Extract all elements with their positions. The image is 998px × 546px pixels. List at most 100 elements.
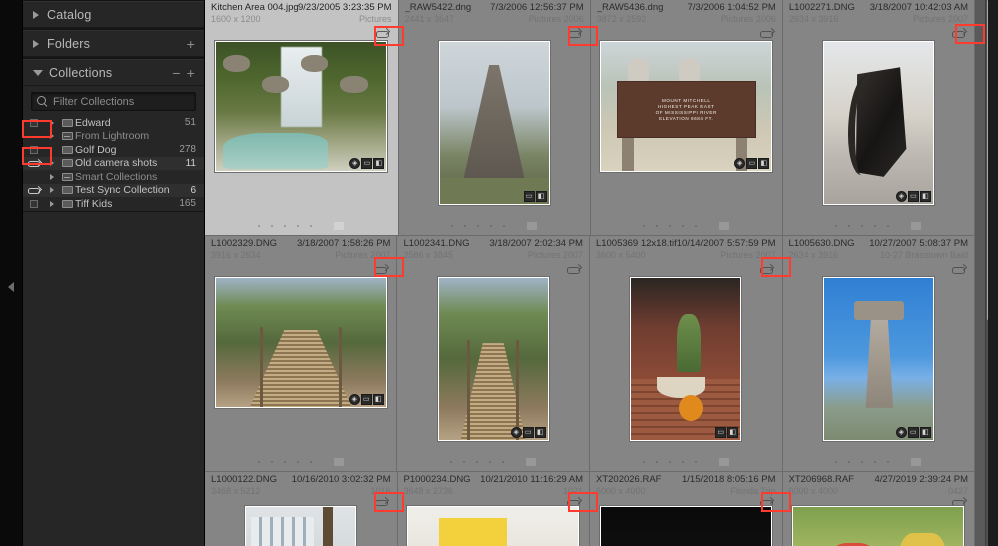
rating-dot[interactable] bbox=[476, 461, 479, 463]
flag-button[interactable] bbox=[719, 222, 730, 230]
star-rating[interactable] bbox=[450, 461, 505, 463]
thumbnail-wrapper[interactable]: ◈ ▭ ◧ bbox=[205, 276, 396, 453]
triangle-right-icon[interactable] bbox=[33, 10, 39, 19]
rating-dot[interactable] bbox=[258, 225, 261, 227]
collection-row[interactable]: Test Sync Collection 6 bbox=[23, 183, 204, 197]
metadata-icon[interactable]: ▭ bbox=[522, 427, 534, 439]
star-rating[interactable] bbox=[257, 461, 312, 463]
thumbnail[interactable]: ▭ ◧ bbox=[437, 40, 551, 207]
rating-dot[interactable] bbox=[270, 461, 273, 463]
thumbnail[interactable]: ▭ ◧ bbox=[629, 276, 743, 443]
triangle-right-icon[interactable] bbox=[45, 200, 59, 207]
sync-checkbox[interactable] bbox=[23, 145, 45, 154]
rating-dot[interactable] bbox=[451, 225, 454, 227]
crop-icon[interactable]: ◈ bbox=[348, 394, 360, 406]
rating-dot[interactable] bbox=[848, 461, 851, 463]
rating-dot[interactable] bbox=[643, 225, 646, 227]
metadata-icon[interactable]: ▭ bbox=[907, 427, 919, 439]
rating-dot[interactable] bbox=[297, 225, 300, 227]
checkbox-icon[interactable] bbox=[30, 199, 38, 208]
triangle-right-icon[interactable] bbox=[33, 39, 39, 48]
crop-icon[interactable]: ◈ bbox=[510, 427, 522, 439]
collection-row[interactable]: Edward 51 bbox=[23, 116, 204, 130]
thumbnail-wrapper[interactable]: MOUNT MITCHELL HIGHEST PEAK EAST OF MISSIS… bbox=[591, 40, 782, 217]
sync-icon[interactable] bbox=[374, 265, 388, 274]
sync-icon[interactable] bbox=[567, 497, 581, 507]
metadata-icon[interactable]: ▭ bbox=[715, 427, 727, 439]
triangle-right-icon[interactable] bbox=[45, 187, 59, 194]
sync-checkbox[interactable] bbox=[23, 118, 45, 127]
thumbnail[interactable]: ◈ ▭ ◧ bbox=[821, 40, 935, 207]
thumbnail[interactable]: ◈ ▭ ◧ bbox=[213, 276, 388, 410]
sync-enabled-indicator[interactable] bbox=[23, 186, 45, 195]
rating-dot[interactable] bbox=[695, 225, 698, 227]
catalog-header[interactable]: Catalog bbox=[23, 1, 204, 28]
thumbnail-cell[interactable]: _RAW5436.dng 7/3/2006 1:04:52 PM 3872 x 25… bbox=[590, 0, 783, 236]
star-rating[interactable] bbox=[835, 461, 890, 463]
rating-dot[interactable] bbox=[642, 461, 645, 463]
checkbox-icon[interactable] bbox=[30, 118, 38, 127]
thumbnail[interactable]: ◈ ▭ ◧ bbox=[214, 40, 389, 174]
flag-button[interactable] bbox=[527, 222, 538, 230]
filter-collections-input[interactable]: Filter Collections bbox=[31, 92, 196, 111]
collection-row[interactable]: Golf Dog 278 bbox=[23, 143, 204, 157]
grid-view[interactable]: Kitchen Area 004.jpg 9/23/2005 3:23:35 PM… bbox=[205, 0, 998, 546]
rating-dot[interactable] bbox=[477, 225, 480, 227]
thumbnail[interactable]: MOUNT MITCHELL HIGHEST PEAK EAST OF MISSIS… bbox=[599, 40, 774, 174]
develop-icon[interactable]: ◧ bbox=[373, 158, 385, 170]
sync-checkbox[interactable] bbox=[23, 199, 45, 208]
thumbnail-wrapper[interactable] bbox=[783, 505, 975, 546]
rating-dot[interactable] bbox=[861, 461, 864, 463]
thumbnail-cell[interactable]: L1002341.DNG 3/18/2007 2:02:34 PM 2586 x 3… bbox=[397, 236, 590, 472]
sync-icon[interactable] bbox=[27, 186, 41, 195]
thumbnail-cell[interactable]: _RAW5422.dng 7/3/2006 12:56:37 PM 2441 x 3… bbox=[398, 0, 591, 236]
sync-icon[interactable] bbox=[952, 497, 966, 507]
star-rating[interactable] bbox=[643, 225, 698, 227]
thumbnail-cell[interactable]: L1000122.DNG 10/16/2010 3:02:32 PM 3468 x … bbox=[205, 472, 398, 546]
thumbnail-cell[interactable]: P1000234.DNG 10/21/2010 11:16:29 AM 3648 x… bbox=[397, 472, 590, 546]
rating-dot[interactable] bbox=[284, 225, 287, 227]
sync-icon[interactable] bbox=[567, 29, 582, 38]
develop-icon[interactable]: ◧ bbox=[919, 191, 931, 203]
rating-dot[interactable] bbox=[874, 225, 877, 227]
sync-icon[interactable] bbox=[759, 497, 774, 507]
flag-button[interactable] bbox=[911, 458, 922, 466]
star-rating[interactable] bbox=[258, 225, 313, 227]
rating-dot[interactable] bbox=[502, 461, 505, 463]
thumbnail-wrapper[interactable]: ◈ ▭ ◧ bbox=[397, 276, 588, 453]
metadata-icon[interactable]: ▭ bbox=[523, 191, 535, 203]
rating-dot[interactable] bbox=[669, 225, 672, 227]
rating-dot[interactable] bbox=[463, 461, 466, 463]
thumbnail-cell[interactable]: L1005630.DNG 10/27/2007 5:08:37 PM 2634 x … bbox=[782, 236, 976, 472]
rating-dot[interactable] bbox=[887, 461, 890, 463]
develop-icon[interactable]: ◧ bbox=[534, 427, 546, 439]
triangle-right-icon[interactable] bbox=[45, 133, 59, 140]
checkbox-icon[interactable] bbox=[30, 145, 38, 154]
collection-row[interactable]: Tiff Kids 165 bbox=[23, 197, 204, 211]
right-panel-collapse-rail[interactable] bbox=[988, 0, 998, 546]
rating-dot[interactable] bbox=[490, 225, 493, 227]
rating-dot[interactable] bbox=[309, 461, 312, 463]
thumbnail-cell[interactable]: L1002329.DNG 3/18/2007 1:58:26 PM 3916 x 2… bbox=[205, 236, 398, 472]
metadata-icon[interactable]: ▭ bbox=[746, 158, 758, 170]
flag-button[interactable] bbox=[911, 222, 922, 230]
rating-dot[interactable] bbox=[655, 461, 658, 463]
rating-dot[interactable] bbox=[861, 225, 864, 227]
thumbnail-wrapper[interactable] bbox=[590, 505, 782, 546]
sync-icon[interactable] bbox=[27, 159, 41, 168]
thumbnail-cell[interactable]: L1005369 12x18.tif 10/14/2007 5:57:59 PM 3… bbox=[589, 236, 783, 472]
rating-dot[interactable] bbox=[682, 225, 685, 227]
thumbnail-wrapper[interactable]: ▭ ◧ bbox=[590, 276, 782, 453]
rating-dot[interactable] bbox=[835, 225, 838, 227]
rating-dot[interactable] bbox=[874, 461, 877, 463]
star-rating[interactable] bbox=[642, 461, 697, 463]
thumbnail[interactable]: ◈ ▭ ◧ bbox=[436, 276, 550, 443]
triangle-down-icon[interactable] bbox=[33, 69, 43, 76]
rating-dot[interactable] bbox=[503, 225, 506, 227]
crop-icon[interactable]: ◈ bbox=[895, 427, 907, 439]
thumbnail[interactable] bbox=[791, 505, 966, 546]
collection-row[interactable]: Old camera shots 11 bbox=[23, 156, 204, 170]
rating-dot[interactable] bbox=[887, 225, 890, 227]
metadata-icon[interactable]: ▭ bbox=[907, 191, 919, 203]
rating-dot[interactable] bbox=[310, 225, 313, 227]
